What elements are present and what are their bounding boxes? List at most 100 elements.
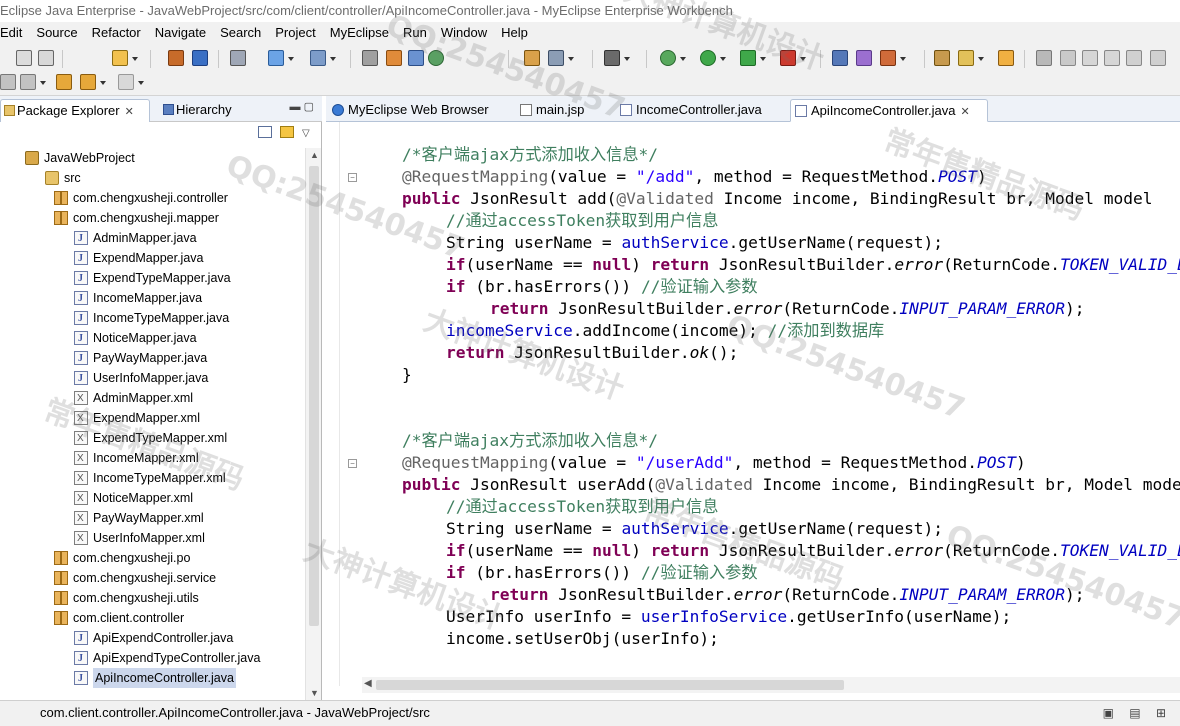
screenshot-icon[interactable] [604, 50, 620, 66]
tree-item[interactable]: ApiExpendController.java [74, 628, 233, 649]
tree-item[interactable]: com.chengxusheji.service [54, 568, 216, 588]
print-icon[interactable] [38, 50, 54, 66]
code-content[interactable]: /*客户端ajax方式添加收入信息*/@RequestMapping(value… [402, 144, 1180, 684]
next-annotation-icon[interactable] [1104, 50, 1120, 66]
status-icons[interactable]: ▣ ▤ ⊞ [1103, 706, 1172, 720]
menu-refactor[interactable]: Refactor [86, 22, 149, 44]
menu-edit[interactable]: Edit [0, 22, 30, 44]
folder-icon[interactable] [998, 50, 1014, 66]
tree-item[interactable]: src [34, 168, 81, 188]
chevron-down-icon[interactable] [680, 57, 686, 61]
new-wizard-icon[interactable] [112, 50, 128, 66]
menu-navigate[interactable]: Navigate [149, 22, 214, 44]
menu-project[interactable]: Project [269, 22, 323, 44]
tree-item[interactable]: com.chengxusheji.controller [54, 188, 228, 208]
scroll-down-icon[interactable]: ▼ [310, 688, 319, 698]
tree-item[interactable]: UserInfoMapper.xml [74, 528, 205, 549]
scroll-left-icon[interactable]: ◀ [364, 678, 372, 689]
back-history-icon[interactable] [0, 74, 16, 90]
external-tools-icon[interactable] [780, 50, 796, 66]
tree-item[interactable]: IncomeTypeMapper.xml [74, 468, 226, 489]
tree-item[interactable]: ExpendTypeMapper.java [74, 268, 231, 289]
refresh-icon[interactable] [880, 50, 896, 66]
tree-item[interactable]: IncomeTypeMapper.java [74, 308, 229, 329]
editor-tab[interactable]: ApiIncomeController.java ✕ [790, 99, 988, 122]
editor-horizontal-scrollbar[interactable]: ◀ [362, 677, 1180, 693]
chevron-down-icon[interactable] [624, 57, 630, 61]
tree-item[interactable]: AdminMapper.xml [74, 388, 193, 409]
run-server-icon[interactable] [310, 50, 326, 66]
run-last-icon[interactable] [740, 50, 756, 66]
collapse-all-icon[interactable] [258, 126, 272, 138]
menu-help[interactable]: Help [495, 22, 536, 44]
tree-item[interactable]: ApiExpendTypeController.java [74, 648, 260, 669]
tree-item[interactable]: AdminMapper.java [74, 228, 197, 249]
tree-item[interactable]: IncomeMapper.xml [74, 448, 199, 469]
last-edit-location-icon[interactable] [56, 74, 72, 90]
menu-window[interactable]: Window [435, 22, 495, 44]
chevron-down-icon[interactable] [132, 57, 138, 61]
close-icon[interactable]: ✕ [961, 106, 970, 118]
menu-myeclipse[interactable]: MyEclipse [324, 22, 397, 44]
new-icon[interactable] [16, 50, 32, 66]
tree-item[interactable]: ExpendMapper.xml [74, 408, 200, 429]
search-icon[interactable] [386, 50, 402, 66]
fold-toggle-icon[interactable]: − [348, 173, 357, 182]
expand-arrow-icon[interactable] [34, 174, 42, 182]
explorer-vertical-scrollbar[interactable]: ▲ ▼ [305, 148, 321, 700]
scroll-thumb[interactable] [309, 166, 319, 626]
chevron-down-icon[interactable] [800, 57, 806, 61]
tree-item-selected[interactable]: ApiIncomeController.java [74, 668, 236, 688]
forward-icon[interactable] [118, 74, 134, 90]
tools-icon[interactable] [548, 50, 564, 66]
editor-tab[interactable]: IncomeController.java [616, 99, 782, 122]
view-menu-icon[interactable]: ▽ [302, 128, 310, 139]
package-icon[interactable] [958, 50, 974, 66]
link-with-editor-icon[interactable] [280, 126, 294, 138]
toggle-icon[interactable] [1036, 50, 1052, 66]
run-icon[interactable] [700, 50, 716, 66]
scroll-thumb[interactable] [376, 680, 844, 690]
pin-icon[interactable] [1126, 50, 1142, 66]
tree-item[interactable]: NoticeMapper.java [74, 328, 197, 349]
tab-hierarchy[interactable]: Hierarchy [160, 99, 244, 122]
globe-icon[interactable] [428, 50, 444, 66]
chevron-down-icon[interactable] [40, 81, 46, 85]
chevron-down-icon[interactable] [138, 81, 144, 85]
ejb-icon[interactable] [168, 50, 184, 66]
tree-item[interactable]: ExpendMapper.java [74, 248, 204, 269]
chevron-down-icon[interactable] [568, 57, 574, 61]
tree-item[interactable]: ExpendTypeMapper.xml [74, 428, 227, 449]
chevron-down-icon[interactable] [288, 57, 294, 61]
previous-annotation-icon[interactable] [1082, 50, 1098, 66]
chevron-down-icon[interactable] [720, 57, 726, 61]
chevron-down-icon[interactable] [900, 57, 906, 61]
close-icon[interactable]: ✕ [125, 106, 134, 118]
open-folder-icon[interactable] [934, 50, 950, 66]
tree-item[interactable]: IncomeMapper.java [74, 288, 202, 309]
menu-search[interactable]: Search [214, 22, 269, 44]
chevron-down-icon[interactable] [760, 57, 766, 61]
tab-package-explorer[interactable]: Package Explorer ✕ [0, 99, 150, 122]
debug-icon[interactable] [660, 50, 676, 66]
tree-item[interactable]: UserInfoMapper.java [74, 368, 208, 389]
tree-item[interactable]: com.chengxusheji.utils [54, 588, 199, 608]
menu-source[interactable]: Source [30, 22, 85, 44]
tree-item[interactable]: PayWayMapper.java [74, 348, 207, 369]
chevron-down-icon[interactable] [100, 81, 106, 85]
server-icon[interactable] [230, 50, 246, 66]
view-minmax-controls[interactable]: ▬ ▢ [290, 100, 314, 113]
open-perspective-icon[interactable] [856, 50, 872, 66]
expand-arrow-icon[interactable] [14, 154, 22, 162]
browser-icon[interactable] [408, 50, 424, 66]
deploy-icon[interactable] [268, 50, 284, 66]
build-icon[interactable] [832, 50, 848, 66]
history-icon[interactable] [20, 74, 36, 90]
last-edit-icon[interactable] [1150, 50, 1166, 66]
menu-run[interactable]: Run [397, 22, 435, 44]
web-project-icon[interactable] [192, 50, 208, 66]
tree-item[interactable]: PayWayMapper.xml [74, 508, 204, 529]
tree-item[interactable]: com.chengxusheji.mapper [54, 208, 219, 228]
tree-item[interactable]: NoticeMapper.xml [74, 488, 193, 509]
editor-tab[interactable]: MyEclipse Web Browser [328, 99, 506, 122]
